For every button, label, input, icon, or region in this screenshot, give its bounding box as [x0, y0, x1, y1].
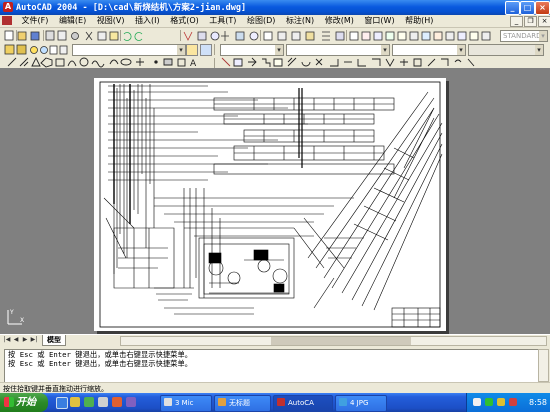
doc-close-button[interactable]: ×	[538, 16, 550, 27]
last-tab-button[interactable]: ▶|	[30, 336, 38, 344]
menu-file[interactable]: 文件(F)	[18, 15, 53, 27]
document-icon[interactable]	[2, 16, 12, 25]
standard-toolbar-icons[interactable]	[0, 28, 550, 42]
svg-text:A: A	[190, 59, 197, 68]
folder-quicklaunch-icon[interactable]	[70, 397, 80, 407]
lineweight-dropdown[interactable]	[392, 44, 466, 56]
prev-tab-button[interactable]: ◀	[12, 336, 20, 344]
cad-drawing[interactable]	[94, 78, 446, 331]
ucs-icon: X Y	[7, 309, 24, 325]
app2-quicklaunch-icon[interactable]	[126, 397, 136, 407]
menu-help[interactable]: 帮助(H)	[401, 15, 437, 27]
system-tray: 8:58	[466, 393, 550, 412]
windows-logo-icon	[4, 397, 14, 407]
command-window: 按 Esc 或 Enter 键退出，或单击右键显示快捷菜单。按 Esc 或 En…	[0, 346, 550, 383]
first-tab-button[interactable]: |◀	[3, 336, 11, 344]
clock[interactable]: 8:58	[529, 393, 547, 412]
color-dropdown[interactable]	[220, 44, 284, 56]
autocad-app-icon[interactable]: A	[3, 2, 13, 12]
horizontal-scroll-thumb[interactable]	[271, 337, 411, 345]
draw-modify-toolbar-icons[interactable]: A	[0, 56, 550, 68]
menu-modify[interactable]: 修改(M)	[321, 15, 358, 27]
start-button[interactable]: 开始	[0, 393, 48, 412]
command-line-2: 按 Esc 或 Enter 键退出，或单击右键显示快捷菜单。	[8, 358, 193, 368]
drawing-canvas[interactable]: X Y	[0, 68, 550, 334]
menu-tools[interactable]: 工具(T)	[205, 15, 240, 27]
tray-icon-4[interactable]	[509, 398, 517, 406]
menu-window[interactable]: 窗口(W)	[360, 15, 398, 27]
menu-format[interactable]: 格式(O)	[166, 15, 203, 27]
task-button-4[interactable]: 4 JPG	[335, 395, 387, 412]
task-button-autocad[interactable]: AutoCA	[273, 395, 333, 412]
make-layer-current-icon[interactable]	[186, 44, 198, 56]
tray-icon-3[interactable]	[497, 398, 505, 406]
linetype-dropdown[interactable]	[286, 44, 390, 56]
close-button[interactable]: ×	[535, 1, 550, 15]
tab-model[interactable]: 模型	[42, 335, 66, 346]
title-bar: A AutoCAD 2004 - [D:\cad\新烧结机\方案2-jian.d…	[0, 0, 550, 15]
layout-tab-bar: |◀ ◀ ▶ ▶| 模型	[0, 334, 550, 346]
svg-text:Y: Y	[9, 309, 14, 316]
menu-insert[interactable]: 插入(I)	[131, 15, 164, 27]
doc-minimize-button[interactable]: _	[510, 16, 523, 27]
standard-toolbar: STANDARD	[0, 28, 550, 43]
horizontal-scrollbar[interactable]	[120, 336, 547, 346]
menu-bar: 文件(F) 编辑(E) 视图(V) 插入(I) 格式(O) 工具(T) 绘图(D…	[0, 15, 550, 28]
next-tab-button[interactable]: ▶	[21, 336, 29, 344]
autocad-task-icon	[277, 398, 285, 406]
task-icon-4	[339, 398, 347, 406]
minimize-button[interactable]: _	[505, 1, 520, 15]
layers-toolbar	[0, 42, 550, 57]
paper-sheet	[94, 78, 446, 331]
media-quicklaunch-icon[interactable]	[84, 397, 94, 407]
task-icon-1	[164, 398, 172, 406]
plotstyle-dropdown[interactable]	[468, 44, 544, 56]
maximize-button[interactable]: □	[520, 1, 535, 15]
task-icon-2	[218, 398, 226, 406]
menu-edit[interactable]: 编辑(E)	[55, 15, 90, 27]
svg-text:X: X	[20, 317, 24, 324]
start-label: 开始	[16, 397, 36, 408]
taskbar: 开始 3 Mic 无标题 AutoCA 4 JPG 8:58	[0, 393, 550, 412]
tray-icon-1[interactable]	[473, 398, 481, 406]
menu-draw[interactable]: 绘图(D)	[243, 15, 279, 27]
menu-dimension[interactable]: 标注(N)	[282, 15, 318, 27]
app-quicklaunch-icon[interactable]	[112, 397, 122, 407]
menu-view[interactable]: 视图(V)	[93, 15, 129, 27]
window-title: AutoCAD 2004 - [D:\cad\新烧结机\方案2-jian.dwg…	[16, 3, 247, 13]
task-button-2[interactable]: 无标题	[214, 395, 271, 412]
doc-restore-button[interactable]: ❐	[524, 16, 537, 27]
desktop-quicklaunch-icon[interactable]	[98, 397, 108, 407]
tray-icon-2[interactable]	[485, 398, 493, 406]
layer-dropdown[interactable]	[72, 44, 186, 56]
text-style-dropdown[interactable]: STANDARD	[500, 30, 548, 42]
task-button-1[interactable]: 3 Mic	[160, 395, 212, 412]
command-history[interactable]: 按 Esc 或 Enter 键退出，或单击右键显示快捷菜单。按 Esc 或 En…	[4, 349, 542, 383]
ie-quicklaunch-icon[interactable]	[56, 397, 68, 409]
command-scrollbar[interactable]	[538, 349, 549, 382]
layer-previous-icon[interactable]	[200, 44, 212, 56]
